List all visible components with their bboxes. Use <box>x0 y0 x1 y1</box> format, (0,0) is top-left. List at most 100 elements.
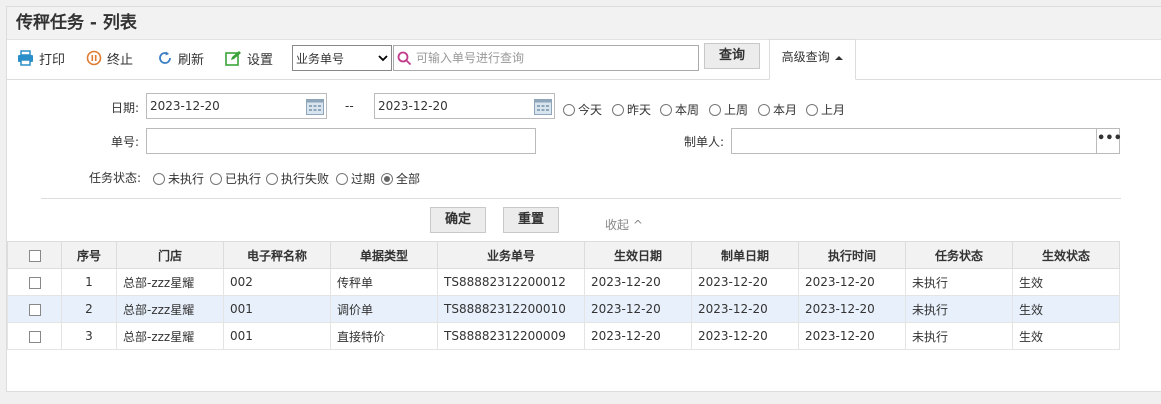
date-from-input[interactable]: 2023-12-20 <box>146 93 327 119</box>
select-all-checkbox[interactable] <box>28 249 41 262</box>
status-option-label: 过期 <box>351 172 376 186</box>
column-header[interactable]: 生效状态 <box>1012 241 1120 269</box>
row-checkbox[interactable] <box>28 276 41 289</box>
search-box <box>393 45 699 71</box>
cell-task-status: 未执行 <box>905 295 1013 323</box>
cell-index: 1 <box>61 268 117 296</box>
pause-circle-icon <box>86 50 102 66</box>
cell-effective-status: 生效 <box>1012 268 1120 296</box>
radio-circle[interactable] <box>153 172 165 185</box>
quick-date-label: 上周 <box>724 103 749 117</box>
column-header[interactable]: 任务状态 <box>905 241 1013 269</box>
cell-created-date: 2023-12-20 <box>691 295 799 323</box>
quick-date-yesterday[interactable]: 昨天 <box>612 101 651 118</box>
date-from-value: 2023-12-20 <box>150 99 220 113</box>
radio-circle[interactable] <box>709 103 721 116</box>
status-option-label: 已执行 <box>225 172 262 186</box>
quick-date-label: 昨天 <box>627 103 652 117</box>
column-header[interactable]: 门店 <box>116 241 224 269</box>
calendar-icon[interactable] <box>534 98 552 115</box>
status-option-label: 全部 <box>396 172 421 186</box>
quick-date-this-month[interactable]: 本月 <box>758 101 797 118</box>
maker-label: 制单人: <box>684 135 725 149</box>
advanced-query-tab[interactable]: 高级查询 <box>769 39 856 80</box>
cell-store: 总部-zzz星耀 <box>116 322 224 350</box>
reset-button[interactable]: 重置 <box>503 207 559 233</box>
refresh-button[interactable]: 刷新 <box>157 47 204 69</box>
quick-date-this-week[interactable]: 本周 <box>660 101 699 118</box>
cell-bill-number: TS88882312200010 <box>437 295 585 323</box>
bill-number-input[interactable] <box>146 128 536 154</box>
refresh-label: 刷新 <box>178 52 205 68</box>
quick-date-today[interactable]: 今天 <box>563 101 602 118</box>
cell-scale-name: 001 <box>223 322 331 350</box>
status-not-executed[interactable]: 未执行 <box>153 170 204 187</box>
search-field-select[interactable]: 业务单号 <box>292 45 392 71</box>
maker-input[interactable] <box>731 128 1097 154</box>
print-label: 打印 <box>39 52 66 68</box>
cell-exec-time: 2023-12-20 <box>798 268 906 296</box>
column-header[interactable]: 执行时间 <box>798 241 906 269</box>
cell-created-date: 2023-12-20 <box>691 268 799 296</box>
table-row[interactable]: 3 总部-zzz星耀 001 直接特价 TS88882312200009 202… <box>7 322 1120 350</box>
status-option-label: 执行失败 <box>281 172 330 186</box>
radio-circle[interactable] <box>806 103 818 116</box>
confirm-button[interactable]: 确定 <box>430 207 486 233</box>
date-to-input[interactable]: 2023-12-20 <box>374 93 555 119</box>
title-bar: 传秤任务 - 列表 <box>7 7 1161 40</box>
chevron-down-icon <box>378 55 388 62</box>
stop-label: 终止 <box>107 52 134 68</box>
search-input[interactable] <box>416 51 686 65</box>
calendar-icon[interactable] <box>306 98 324 115</box>
radio-circle[interactable] <box>758 103 770 116</box>
radio-circle[interactable] <box>563 103 575 116</box>
print-button[interactable]: 打印 <box>17 47 65 69</box>
cell-effective-status: 生效 <box>1012 322 1120 350</box>
status-failed[interactable]: 执行失败 <box>266 170 329 187</box>
date-separator: -- <box>345 99 354 113</box>
column-header[interactable]: 电子秤名称 <box>223 241 331 269</box>
row-select-cell <box>7 268 62 296</box>
cell-scale-name: 001 <box>223 295 331 323</box>
maker-picker-button[interactable]: ••• <box>1097 128 1122 154</box>
row-checkbox[interactable] <box>28 303 41 316</box>
stop-button[interactable]: 终止 <box>86 47 133 69</box>
cell-effective-date: 2023-12-20 <box>584 322 692 350</box>
status-expired[interactable]: 过期 <box>336 170 375 187</box>
status-executed[interactable]: 已执行 <box>210 170 261 187</box>
cell-scale-name: 002 <box>223 268 331 296</box>
settings-button[interactable]: 设置 <box>225 47 273 69</box>
table-row[interactable]: 2 总部-zzz星耀 001 调价单 TS88882312200010 2023… <box>7 295 1120 323</box>
radio-circle[interactable] <box>266 172 278 185</box>
status-all[interactable]: 全部 <box>381 170 420 187</box>
radio-circle[interactable] <box>612 103 624 116</box>
column-header[interactable]: 单据类型 <box>330 241 438 269</box>
row-checkbox[interactable] <box>28 330 41 343</box>
quick-date-label: 本月 <box>773 103 798 117</box>
advanced-query-label: 高级查询 <box>781 50 830 64</box>
cell-task-status: 未执行 <box>905 268 1013 296</box>
table-header-row: 序号 门店 电子秤名称 单据类型 业务单号 生效日期 制单日期 执行时间 任务状… <box>7 241 1120 269</box>
quick-date-last-month[interactable]: 上月 <box>806 101 845 118</box>
cell-bill-type: 传秤单 <box>330 268 438 296</box>
column-header[interactable]: 制单日期 <box>691 241 799 269</box>
radio-circle[interactable] <box>660 103 672 116</box>
radio-circle[interactable] <box>210 172 222 185</box>
column-header[interactable]: 序号 <box>61 241 117 269</box>
bill-number-label: 单号: <box>111 135 140 149</box>
cell-bill-type: 调价单 <box>330 295 438 323</box>
radio-circle-selected[interactable] <box>381 172 393 185</box>
cell-bill-number: TS88882312200009 <box>437 322 585 350</box>
date-label: 日期: <box>111 101 140 115</box>
table-row[interactable]: 1 总部-zzz星耀 002 传秤单 TS88882312200012 2023… <box>7 268 1120 296</box>
caret-up-icon <box>835 56 844 60</box>
column-header[interactable]: 生效日期 <box>584 241 692 269</box>
cell-effective-date: 2023-12-20 <box>584 268 692 296</box>
advanced-filter-panel: 日期: 2023-12-20 -- 2023-12-20 今天 昨天 本周 上周… <box>7 80 1161 241</box>
radio-circle[interactable] <box>336 172 348 185</box>
collapse-link[interactable]: 收起 ^ <box>605 216 643 233</box>
query-button[interactable]: 查询 <box>704 43 760 69</box>
quick-date-last-week[interactable]: 上周 <box>709 101 748 118</box>
cell-index: 3 <box>61 322 117 350</box>
column-header[interactable]: 业务单号 <box>437 241 585 269</box>
